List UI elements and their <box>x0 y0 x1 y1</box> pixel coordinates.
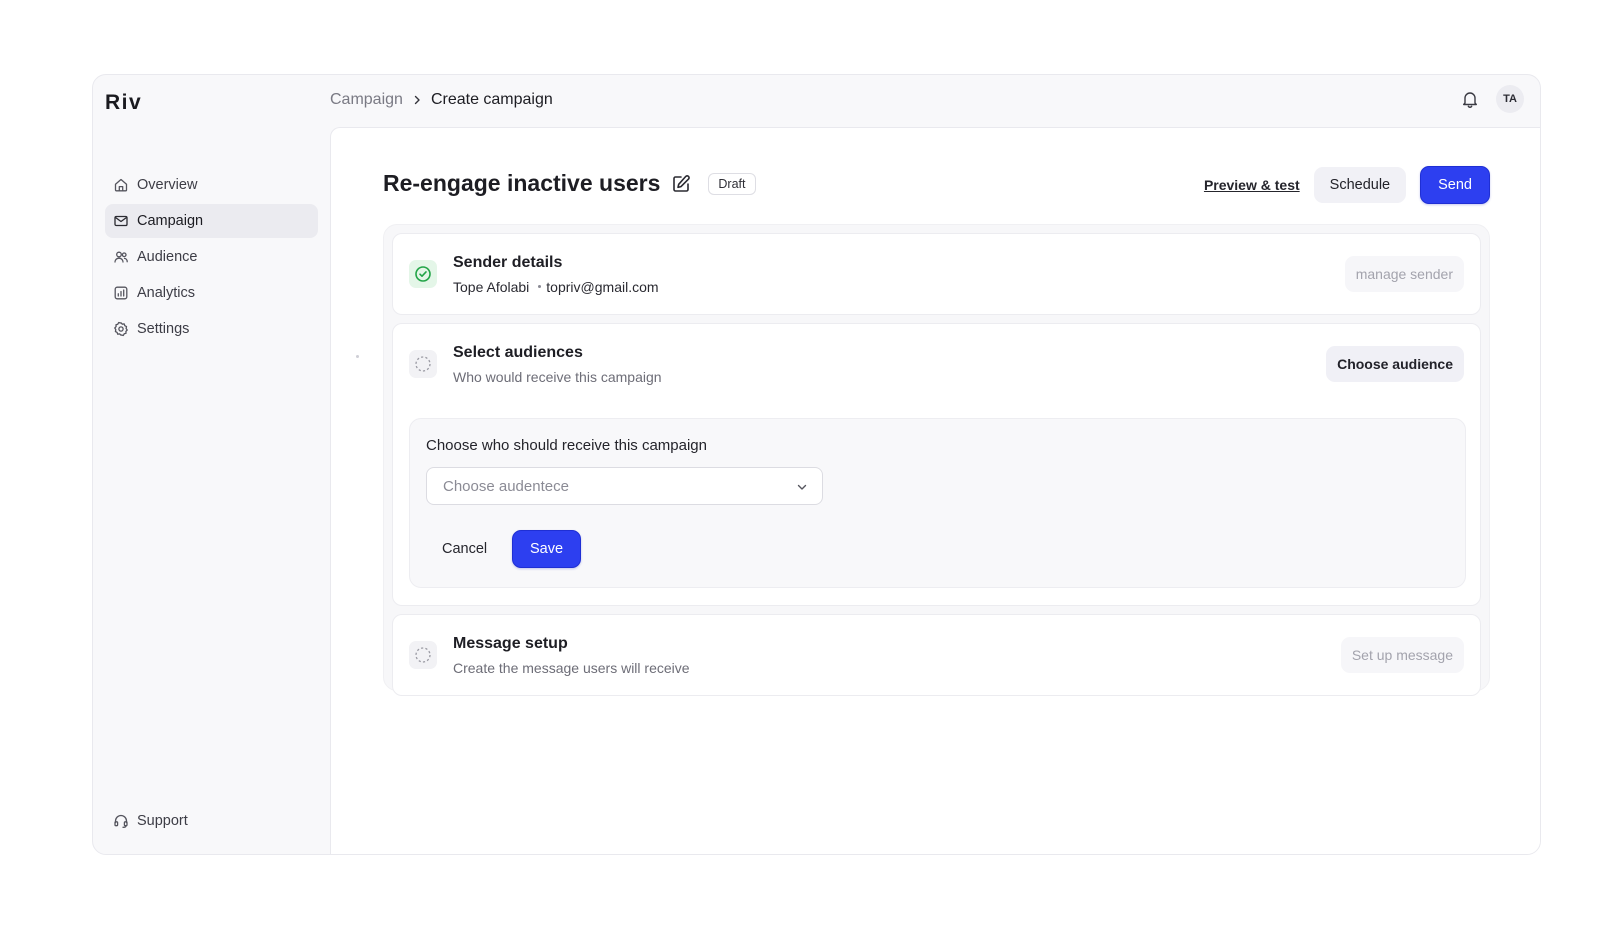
breadcrumb-current: Create campaign <box>430 91 553 108</box>
campaign-steps: Sender details Tope Afolabi topriv@gmail.… <box>383 224 1490 696</box>
breadcrumb-parent[interactable]: Campaign <box>330 91 403 109</box>
send-button[interactable]: Send <box>1420 166 1490 204</box>
decorative-dot <box>356 355 359 358</box>
check-circle-icon <box>415 266 431 282</box>
chevron-down-icon <box>797 484 807 490</box>
edit-icon[interactable] <box>670 173 692 195</box>
topbar: Campaign Create campaign TA <box>330 75 1540 127</box>
audience-select-placeholder: Choose audentece <box>443 477 569 495</box>
sidebar-nav: Overview Campaign Audience Analytics Set… <box>105 168 318 348</box>
sender-info: Tope Afolabi topriv@gmail.com <box>453 279 659 295</box>
bell-icon[interactable] <box>1460 89 1480 109</box>
step-sender-details: Sender details Tope Afolabi topriv@gmail.… <box>392 233 1481 315</box>
sidebar-item-label: Settings <box>137 321 190 337</box>
chart-icon <box>114 286 128 300</box>
dashed-circle-icon <box>415 356 431 372</box>
app-window: Riv Overview Campaign Audience Analytics… <box>92 74 1541 855</box>
title-group: Re-engage inactive users Draft <box>383 170 756 197</box>
users-icon <box>114 251 128 263</box>
sidebar-item-campaign[interactable]: Campaign <box>105 204 318 238</box>
schedule-button[interactable]: Schedule <box>1313 167 1407 203</box>
cancel-button[interactable]: Cancel <box>426 530 503 568</box>
sidebar-item-label: Campaign <box>137 213 204 229</box>
audience-select[interactable]: Choose audentece <box>426 467 823 505</box>
audience-form-panel: Choose who should receive this campaign … <box>409 418 1466 588</box>
breadcrumb: Campaign Create campaign <box>330 91 553 109</box>
preview-test-link[interactable]: Preview & test <box>1204 177 1300 193</box>
step-complete-indicator <box>409 260 437 288</box>
dashed-circle-icon <box>415 647 431 663</box>
mail-icon <box>114 215 128 227</box>
choose-audience-button[interactable]: Choose audience <box>1326 346 1464 382</box>
sender-email: topriv@gmail.com <box>546 279 659 295</box>
main-panel: Re-engage inactive users Draft Preview &… <box>330 127 1540 854</box>
sidebar-item-label: Analytics <box>137 285 196 301</box>
step-pending-indicator <box>409 350 437 378</box>
sidebar-item-analytics[interactable]: Analytics <box>105 276 318 310</box>
page-title: Re-engage inactive users <box>383 170 661 196</box>
sidebar-item-label: Audience <box>137 249 198 265</box>
sidebar-item-support[interactable]: Support <box>113 813 188 829</box>
step-title: Select audiences <box>453 344 583 361</box>
page-header: Re-engage inactive users Draft Preview &… <box>383 166 1490 206</box>
sidebar-item-overview[interactable]: Overview <box>105 168 318 202</box>
step-pending-indicator <box>409 641 437 669</box>
sidebar: Riv Overview Campaign Audience Analytics… <box>93 75 330 854</box>
support-label: Support <box>137 813 188 829</box>
step-title: Sender details <box>453 254 563 271</box>
separator-dot <box>538 285 542 289</box>
sender-name: Tope Afolabi <box>453 279 530 295</box>
step-select-audiences: Select audiences Who would receive this … <box>392 323 1481 606</box>
step-message-setup: Message setup Create the message users w… <box>392 614 1481 696</box>
avatar[interactable]: TA <box>1496 85 1524 113</box>
sidebar-item-settings[interactable]: Settings <box>105 312 318 346</box>
gear-icon <box>114 321 128 337</box>
headset-icon <box>114 814 128 828</box>
audience-field-label: Choose who should receive this campaign <box>426 437 707 454</box>
save-button[interactable]: Save <box>512 530 582 568</box>
step-subtitle: Who would receive this campaign <box>453 369 662 385</box>
status-badge: Draft <box>708 172 756 195</box>
chevron-right-icon <box>414 95 420 105</box>
sidebar-item-audience[interactable]: Audience <box>105 240 318 274</box>
page-actions: Preview & test Schedule Send <box>1204 166 1490 204</box>
topbar-actions: TA <box>1460 85 1524 113</box>
set-up-message-button[interactable]: Set up message <box>1340 637 1464 673</box>
brand-logo: Riv <box>105 91 143 114</box>
manage-sender-button[interactable]: manage sender <box>1344 256 1464 292</box>
step-title: Message setup <box>453 635 568 652</box>
step-subtitle: Create the message users will receive <box>453 660 690 676</box>
home-icon <box>114 178 128 192</box>
sidebar-item-label: Overview <box>137 177 198 193</box>
